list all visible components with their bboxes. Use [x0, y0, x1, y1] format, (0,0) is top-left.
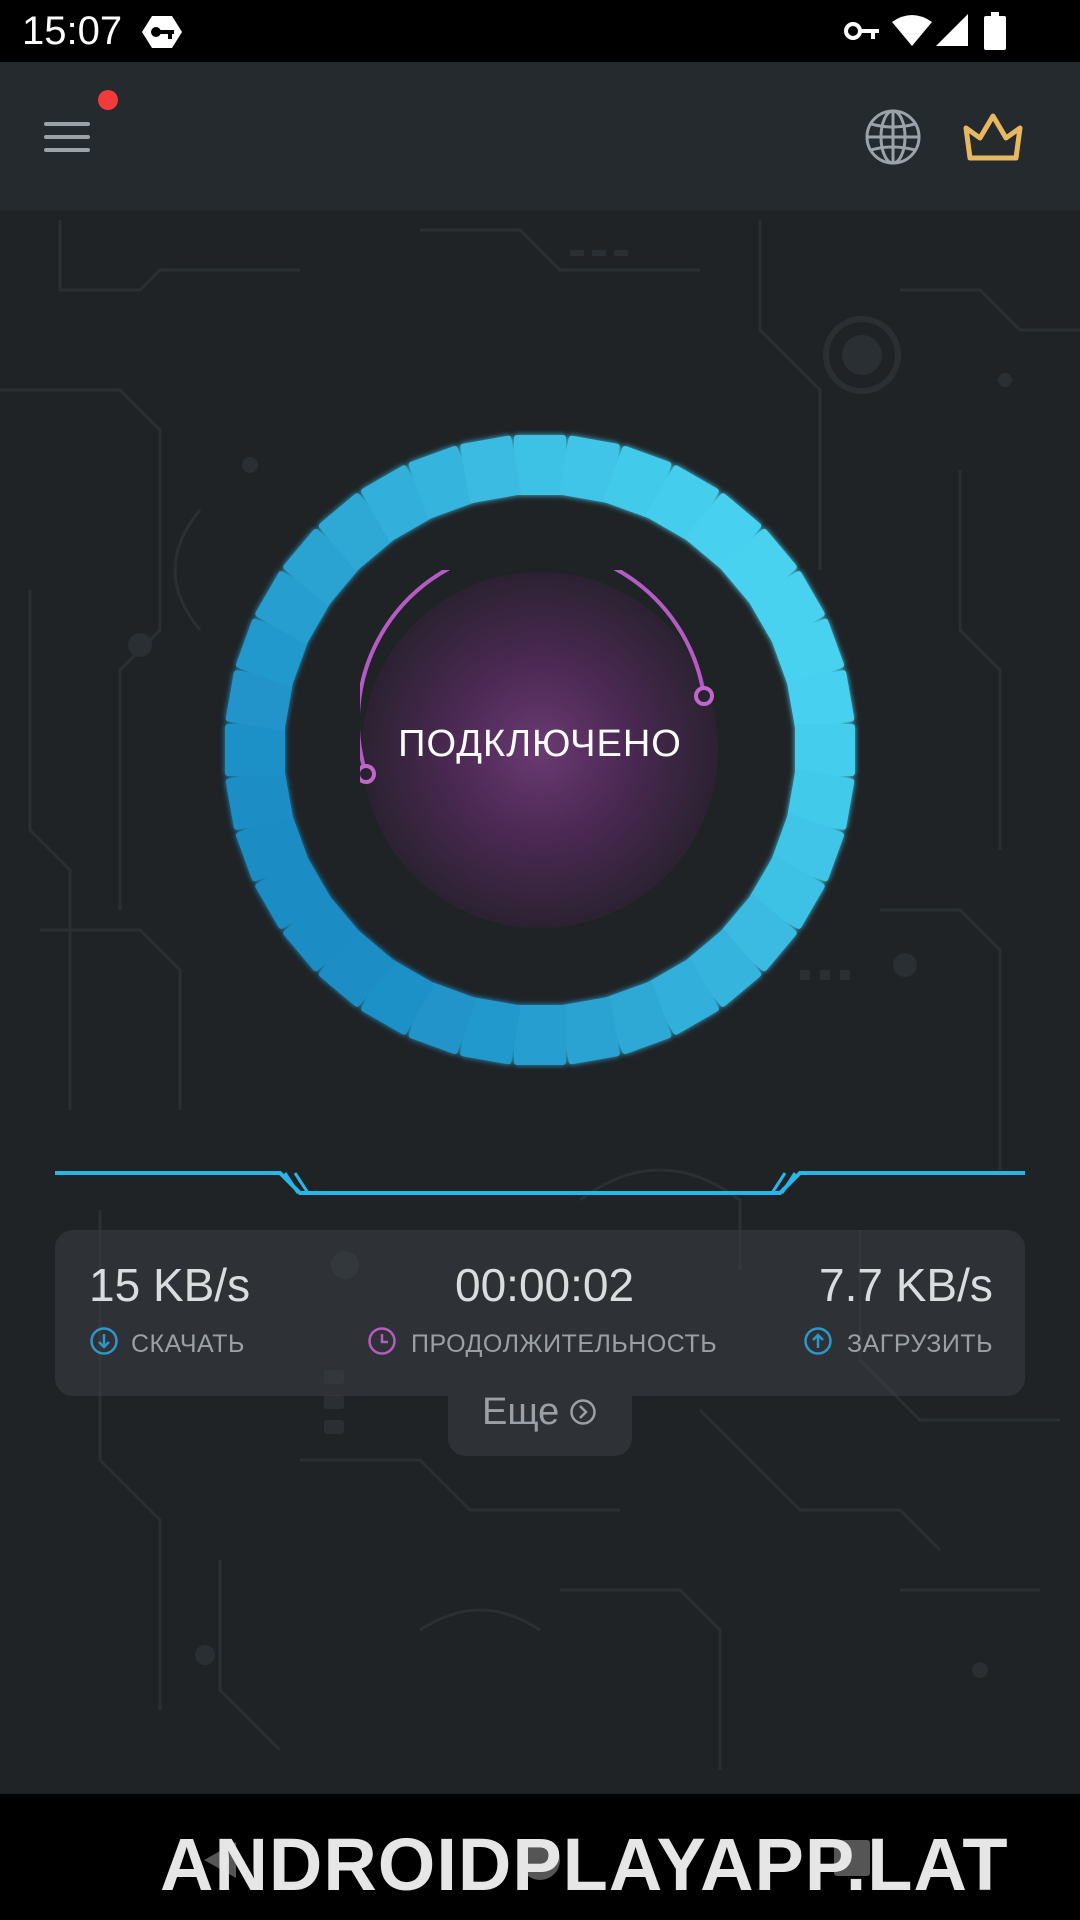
app-bar — [0, 62, 1080, 210]
ring-segment — [225, 769, 293, 830]
cell-signal-icon — [936, 14, 968, 46]
download-arrow-icon — [90, 1327, 118, 1355]
more-label: Еще — [482, 1391, 560, 1433]
download-speed-value: 15 KB/s — [89, 1259, 251, 1311]
download-label: СКАЧАТЬ — [131, 1330, 245, 1358]
vpn-badge-icon — [142, 16, 182, 48]
ring-segment — [225, 724, 285, 776]
duration-value: 00:00:02 — [455, 1259, 635, 1311]
ring-segment — [460, 435, 521, 503]
ring-segment — [559, 997, 620, 1065]
connection-status-label: ПОДКЛЮЧЕНО — [398, 723, 682, 765]
battery-icon — [984, 12, 1006, 50]
clock-icon — [368, 1327, 396, 1355]
ring-segment — [514, 435, 566, 495]
glow-divider — [55, 1171, 1025, 1195]
menu-button[interactable] — [30, 104, 108, 170]
menu-icon — [44, 122, 90, 152]
server-location-button[interactable] — [862, 106, 924, 168]
upload-speed-value: 7.7 KB/s — [819, 1259, 993, 1311]
upload-label: ЗАГРУЗИТЬ — [847, 1330, 994, 1358]
notification-dot — [98, 90, 118, 110]
duration-label: ПРОДОЛЖИТЕЛЬНОСТЬ — [411, 1330, 718, 1358]
status-time: 15:07 — [22, 9, 123, 53]
globe-icon — [865, 109, 921, 165]
wifi-icon — [892, 15, 932, 46]
watermark: ANDROIDPLAYAPP.LAT — [160, 1823, 1009, 1906]
chevron-right-circle-icon — [570, 1399, 596, 1425]
key-icon — [844, 22, 879, 40]
main-content: ПОДКЛЮЧЕНО 15 KB/s СКАЧАТЬ 00:00:02 ПРОД… — [0, 210, 1080, 1794]
arc-end-dot — [694, 686, 714, 706]
ring-segment — [514, 1005, 566, 1065]
upload-arrow-icon — [804, 1327, 832, 1355]
ring-segment — [787, 670, 855, 731]
arc-start-dot — [360, 764, 376, 784]
ring-segment — [795, 724, 855, 776]
crown-icon — [963, 113, 1023, 161]
premium-button[interactable] — [960, 106, 1026, 168]
status-bar: 15:07 — [0, 0, 1080, 62]
stats-card: 15 KB/s СКАЧАТЬ 00:00:02 ПРОДОЛЖИТЕЛЬНОС… — [55, 1230, 1025, 1396]
